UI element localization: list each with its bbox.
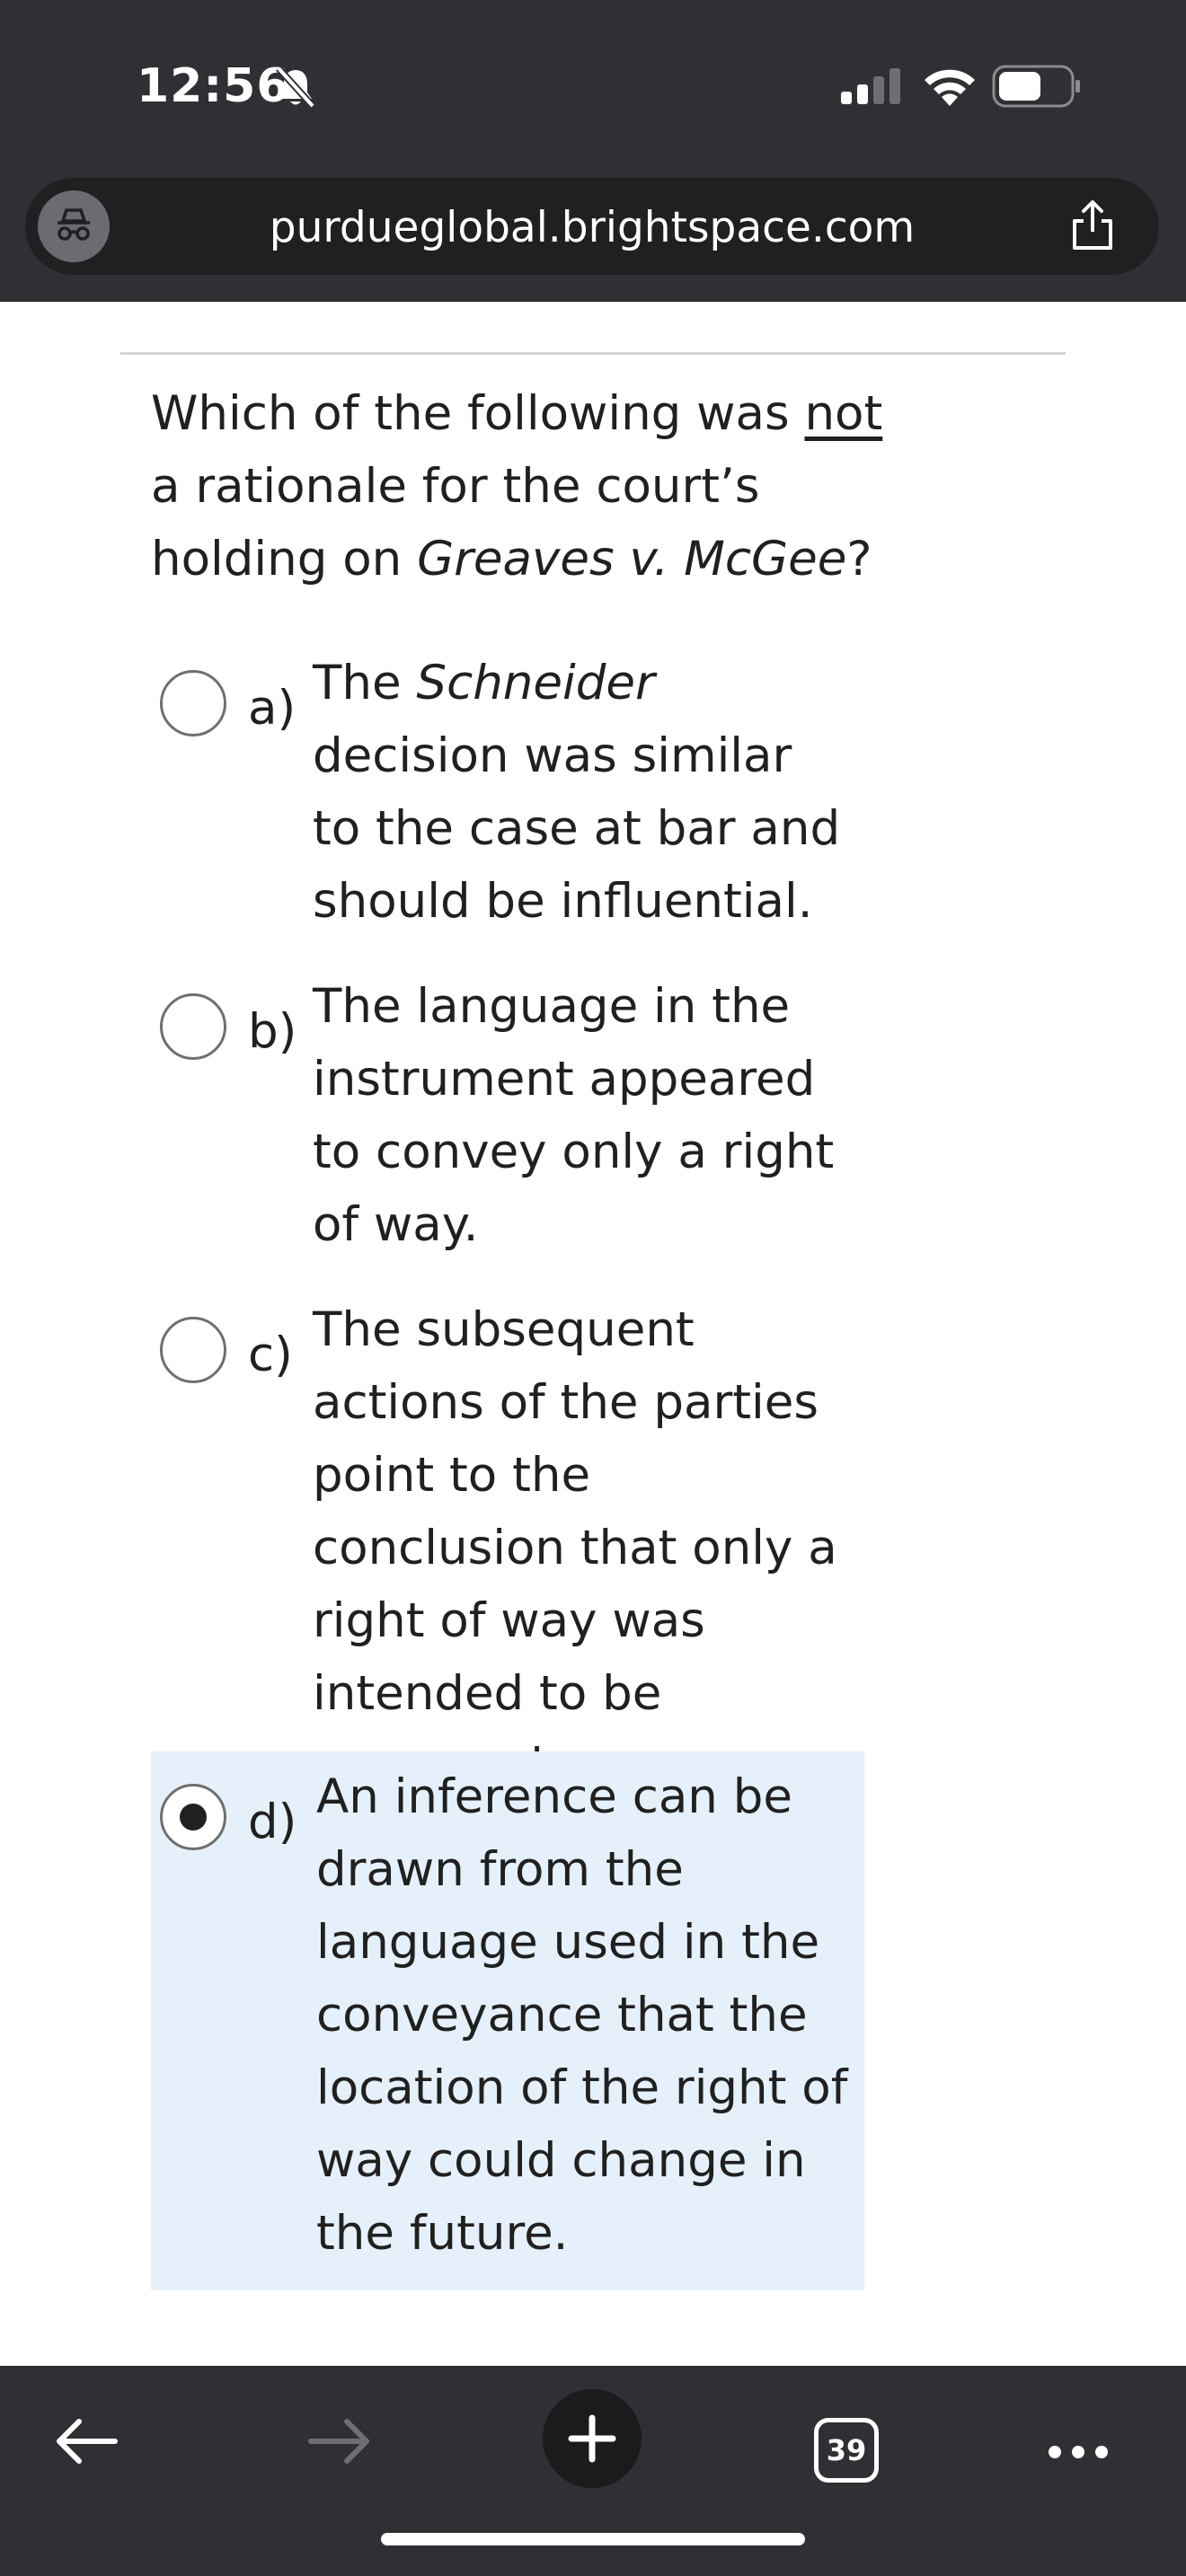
new-tab-button[interactable] [543,2389,642,2488]
answer-option-d[interactable]: d) An inference can be drawn from the la… [151,1751,864,2290]
radio-button-c[interactable] [160,1317,226,1383]
home-indicator[interactable] [381,2533,805,2545]
option-letter: d) [248,1795,297,1849]
radio-button-b[interactable] [160,993,226,1060]
share-icon[interactable] [1064,198,1121,255]
option-text: An inference can be drawn from the langu… [316,1769,848,2261]
option-text: The Schneider decision was similar to th… [313,656,841,929]
wifi-icon [925,69,975,106]
ellipsis-icon[interactable] [1033,2396,1123,2486]
option-letter: a) [248,681,296,736]
cellular-signal-icon [841,68,900,104]
radio-button-d[interactable] [160,1784,226,1850]
question-case-name: Greaves v. McGee [417,532,847,587]
option-text: The language in the instrument appeared … [313,979,835,1252]
option-text: The subsequent actions of the parties po… [313,1302,837,1794]
browser-top-chrome: 12:56 purdueglobal.brightspace.com [0,0,1186,302]
content-divider [120,352,1066,355]
answer-option-b[interactable]: b) The language in the instrument appear… [151,970,864,1266]
battery-icon [992,65,1080,108]
option-letter: c) [248,1328,293,1382]
address-bar[interactable]: purdueglobal.brightspace.com [25,178,1159,275]
arrow-right-icon[interactable] [295,2396,385,2486]
bell-slash-icon [276,66,315,109]
plus-icon [568,2414,616,2463]
tabs-button[interactable]: 39 [801,2396,891,2486]
option-letter: b) [248,1004,297,1059]
question-emphasis: not [804,386,883,441]
tabs-count-badge: 39 [814,2418,879,2483]
arrow-left-icon[interactable] [41,2396,131,2486]
question-text: Which of the following was not a rationa… [151,386,883,587]
answer-option-a[interactable]: a) The Schneider decision was similar to… [151,647,864,943]
url-text[interactable]: purdueglobal.brightspace.com [25,203,1159,252]
answer-option-c[interactable]: c) The subsequent actions of the parties… [151,1293,864,1794]
radio-button-a[interactable] [160,670,226,737]
radio-selected-dot [180,1804,207,1831]
status-time: 12:56 [137,59,290,113]
